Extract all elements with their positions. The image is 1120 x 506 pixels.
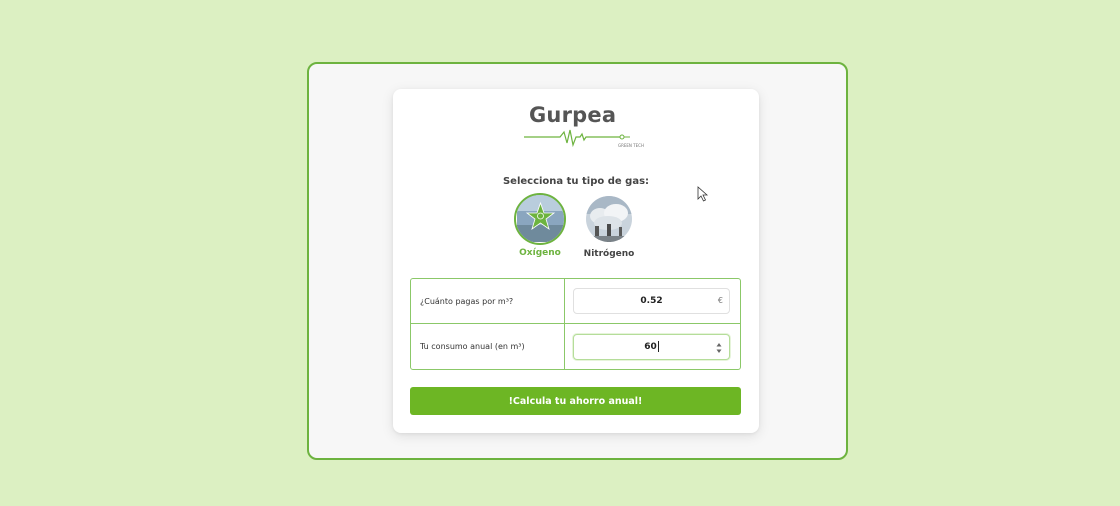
price-input-cell: 0.52 € [565, 279, 740, 324]
nitrogen-tanks-image [586, 196, 632, 242]
price-label: ¿Cuánto pagas por m³? [411, 279, 565, 324]
consumption-input[interactable]: 60 [573, 333, 730, 360]
price-input[interactable]: 0.52 € [573, 288, 730, 314]
gas-option-label: Oxígeno [519, 248, 561, 258]
brand-tagline: GREEN TECH [618, 143, 644, 148]
calculator-card: Gurpea GREEN TECH Selecciona tu tipo de … [393, 89, 759, 433]
gas-option-label: Nitrógeno [583, 249, 635, 259]
oxygen-image [514, 193, 566, 245]
text-caret [657, 341, 659, 352]
gas-option-oxygen[interactable]: Oxígeno [500, 193, 580, 258]
consumption-value: 60 [644, 341, 657, 352]
brand-name: Gurpea [529, 103, 617, 127]
savings-form: ¿Cuánto pagas por m³? 0.52 € Tu consumo … [410, 278, 741, 370]
price-value: 0.52 [640, 296, 663, 306]
mouse-cursor-icon [697, 186, 709, 202]
brand-logo: Gurpea GREEN TECH [524, 103, 644, 153]
number-spinner-icon[interactable] [716, 342, 722, 354]
currency-unit: € [717, 296, 723, 305]
calculate-savings-button[interactable]: !Calcula tu ahorro anual! [410, 387, 741, 415]
consumption-input-cell: 60 [565, 324, 740, 369]
gas-option-nitrogen[interactable]: Nitrógeno [569, 193, 649, 259]
consumption-label: Tu consumo anual (en m³) [411, 324, 565, 369]
